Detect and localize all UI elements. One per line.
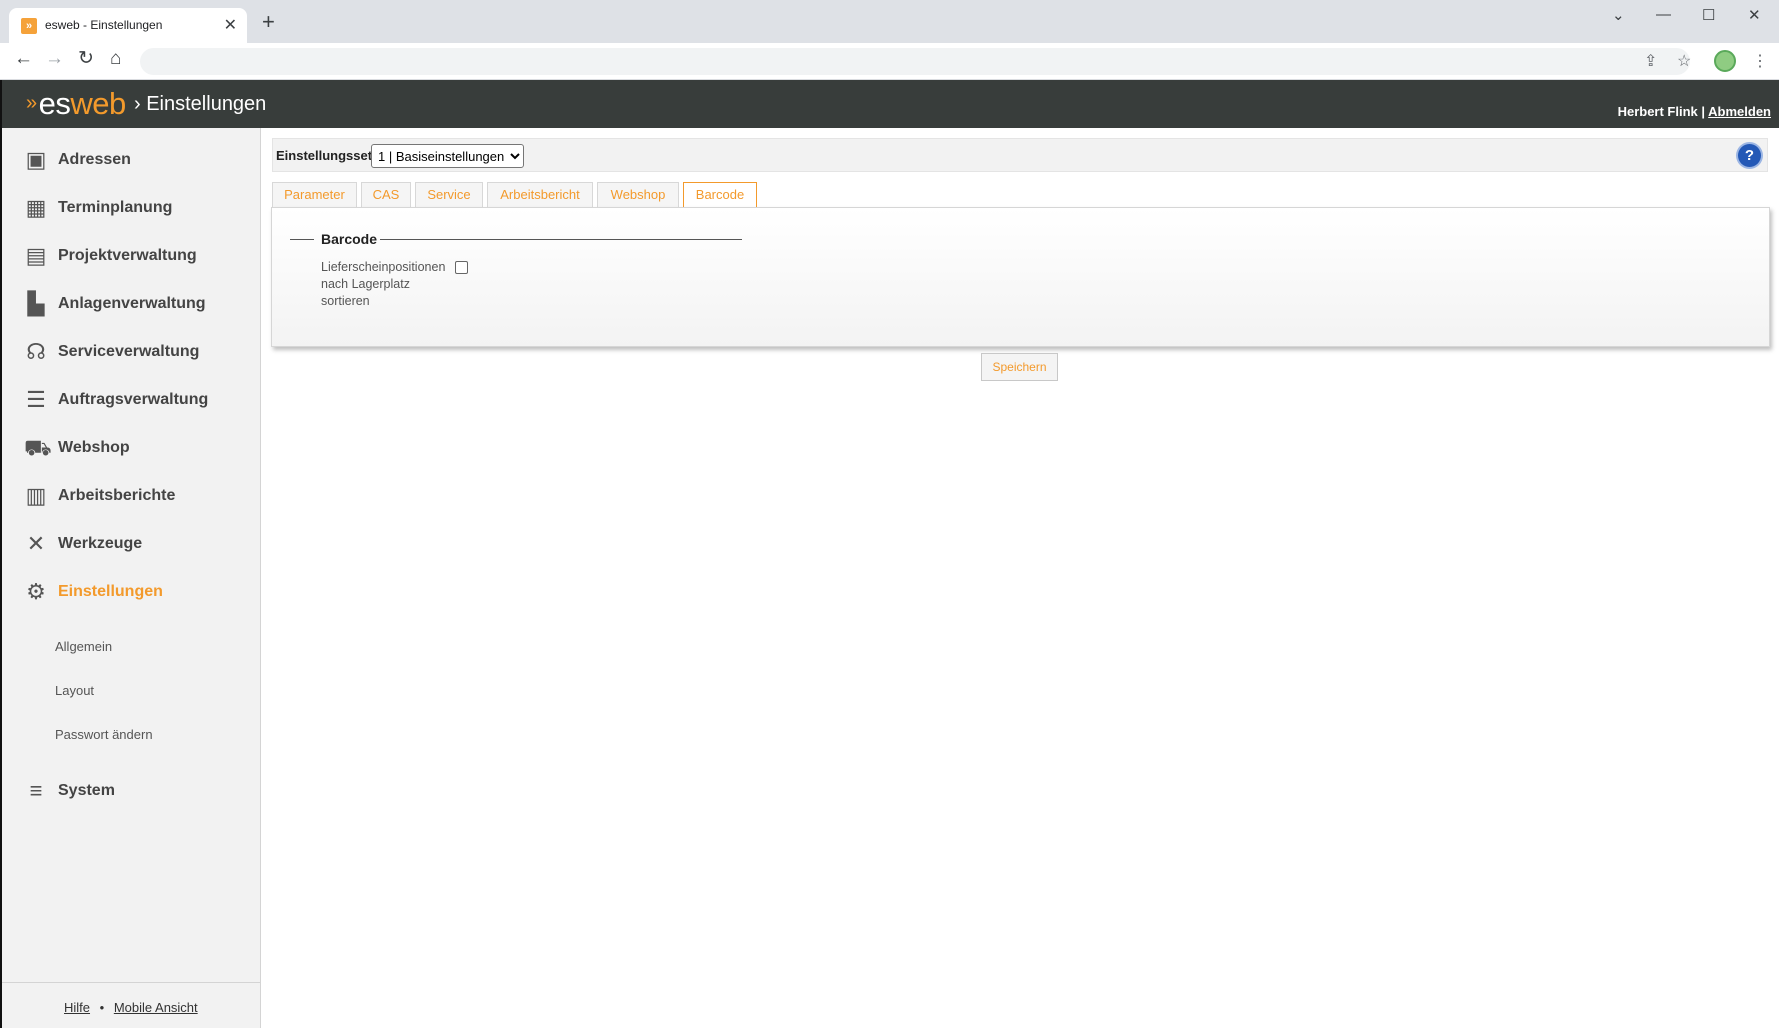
- sidebar-item-system[interactable]: ≡ System: [2, 771, 261, 811]
- sidebar-item-label: Werkzeuge: [58, 535, 143, 552]
- new-tab-button[interactable]: +: [262, 11, 275, 33]
- window-close-icon[interactable]: ✕: [1748, 6, 1761, 24]
- logo-web: web: [70, 86, 126, 121]
- clipboard-icon: ▥: [25, 483, 47, 508]
- tab-cas[interactable]: CAS: [361, 182, 411, 208]
- sidebar-item-projektverwaltung[interactable]: ▤ Projektverwaltung: [2, 236, 261, 276]
- sub-item-layout[interactable]: Layout: [55, 683, 94, 698]
- help-link[interactable]: Hilfe: [64, 1000, 90, 1015]
- sidebar-item-label: Projektverwaltung: [58, 247, 197, 264]
- fieldset-divider: [290, 239, 314, 240]
- reload-icon[interactable]: ↻: [78, 49, 94, 68]
- esweb-logo[interactable]: »esweb: [26, 86, 126, 122]
- bookmark-star-icon[interactable]: ☆: [1677, 51, 1691, 71]
- project-icon: ▤: [25, 243, 47, 268]
- sidebar-item-label: Serviceverwaltung: [58, 343, 200, 360]
- tab-arbeitsbericht[interactable]: Arbeitsbericht: [487, 182, 593, 208]
- sidebar-item-label: Terminplanung: [58, 199, 173, 216]
- browser-toolbar: ← → ↻ ⌂ ⇪ ☆ ⋮: [0, 43, 1779, 80]
- browser-tab-title: esweb - Einstellungen: [45, 18, 163, 32]
- sidebar-item-einstellungen[interactable]: ⚙ Einstellungen: [2, 572, 261, 612]
- tab-barcode[interactable]: Barcode: [683, 182, 757, 209]
- fieldset-divider: [380, 239, 742, 240]
- footer-dot: •: [99, 1000, 105, 1015]
- sidebar-item-webshop[interactable]: ⛟ Webshop: [2, 428, 261, 468]
- sidebar-item-anlagenverwaltung[interactable]: ▙ Anlagenverwaltung: [2, 284, 261, 324]
- cart-icon: ⛟: [24, 435, 52, 460]
- sidebar-item-label: Anlagenverwaltung: [58, 295, 206, 312]
- user-separator: |: [1697, 104, 1709, 119]
- profile-avatar[interactable]: [1714, 50, 1736, 72]
- mobile-view-link[interactable]: Mobile Ansicht: [114, 1000, 198, 1015]
- calendar-icon: ▦: [25, 195, 47, 220]
- tools-icon: ✕: [26, 531, 46, 556]
- tab-parameter[interactable]: Parameter: [272, 182, 357, 208]
- sub-item-allgemein[interactable]: Allgemein: [55, 639, 112, 654]
- user-name: Herbert Flink: [1617, 104, 1698, 119]
- share-icon[interactable]: ⇪: [1644, 51, 1657, 71]
- list-icon: ☰: [26, 387, 46, 412]
- database-icon: ≡: [29, 778, 43, 803]
- sidebar-item-adressen[interactable]: ▣ Adressen: [2, 140, 261, 180]
- help-icon[interactable]: ?: [1738, 144, 1761, 167]
- forward-icon[interactable]: →: [45, 49, 64, 68]
- logout-link[interactable]: Abmelden: [1708, 104, 1771, 119]
- save-button[interactable]: Speichern: [981, 353, 1058, 381]
- maximize-icon[interactable]: ☐: [1702, 6, 1715, 24]
- minimize-icon[interactable]: —: [1656, 6, 1671, 23]
- browser-tab[interactable]: » esweb - Einstellungen ✕: [9, 8, 247, 43]
- factory-icon: ▙: [27, 291, 45, 316]
- sidebar-item-label: Arbeitsberichte: [58, 487, 176, 504]
- home-icon[interactable]: ⌂: [110, 49, 121, 68]
- sidebar: ▣ Adressen ▦ Terminplanung ▤ Projektverw…: [0, 128, 261, 1028]
- user-info: Herbert Flink | Abmelden: [1618, 104, 1771, 119]
- settings-set-label: Einstellungsset: [276, 148, 373, 163]
- sidebar-item-serviceverwaltung[interactable]: ☊ Serviceverwaltung: [2, 332, 261, 372]
- browser-menu-icon[interactable]: ⋮: [1752, 51, 1768, 71]
- tab-webshop[interactable]: Webshop: [597, 182, 679, 208]
- settings-set-select[interactable]: 1 | Basiseinstellungen: [371, 144, 524, 168]
- sidebar-item-arbeitsberichte[interactable]: ▥ Arbeitsberichte: [2, 476, 261, 516]
- headset-icon: ☊: [26, 339, 46, 364]
- app-header: »esweb › Einstellungen Herbert Flink | A…: [0, 80, 1779, 128]
- fieldset-title: Barcode: [321, 231, 378, 247]
- tab-search-icon[interactable]: ⌄: [1612, 6, 1625, 24]
- sidebar-item-auftragsverwaltung[interactable]: ☰ Auftragsverwaltung: [2, 380, 261, 420]
- sidebar-item-terminplanung[interactable]: ▦ Terminplanung: [2, 188, 261, 228]
- sidebar-item-label: Webshop: [58, 439, 130, 456]
- sort-by-location-label: Lieferscheinpositionen nach Lagerplatz s…: [321, 260, 446, 308]
- settings-set-bar: Einstellungsset 1 | Basiseinstellungen ?: [272, 138, 1768, 172]
- sidebar-item-label: Auftragsverwaltung: [58, 391, 209, 408]
- sidebar-footer: Hilfe • Mobile Ansicht: [2, 982, 261, 1028]
- esweb-favicon-icon: »: [21, 18, 37, 34]
- back-icon[interactable]: ←: [14, 49, 33, 68]
- tab-service[interactable]: Service: [415, 182, 483, 208]
- browser-tabstrip: » esweb - Einstellungen ✕ + ⌄ — ☐ ✕: [0, 0, 1779, 43]
- sidebar-item-label: Einstellungen: [58, 583, 163, 600]
- sub-item-passwort-aendern[interactable]: Passwort ändern: [55, 727, 153, 742]
- close-tab-icon[interactable]: ✕: [224, 15, 237, 35]
- logo-es: es: [38, 86, 71, 121]
- gears-icon: ⚙: [26, 579, 46, 604]
- sort-by-location-checkbox[interactable]: [455, 261, 468, 274]
- logo-arrow-icon: »: [26, 92, 37, 114]
- sidebar-item-label: System: [58, 782, 115, 799]
- sidebar-item-werkzeuge[interactable]: ✕ Werkzeuge: [2, 524, 261, 564]
- breadcrumb: › Einstellungen: [134, 93, 267, 115]
- address-bar[interactable]: [140, 48, 1690, 75]
- sidebar-item-label: Adressen: [58, 151, 131, 168]
- address-book-icon: ▣: [25, 147, 47, 172]
- barcode-panel: Barcode Lieferscheinpositionen nach Lage…: [271, 207, 1770, 347]
